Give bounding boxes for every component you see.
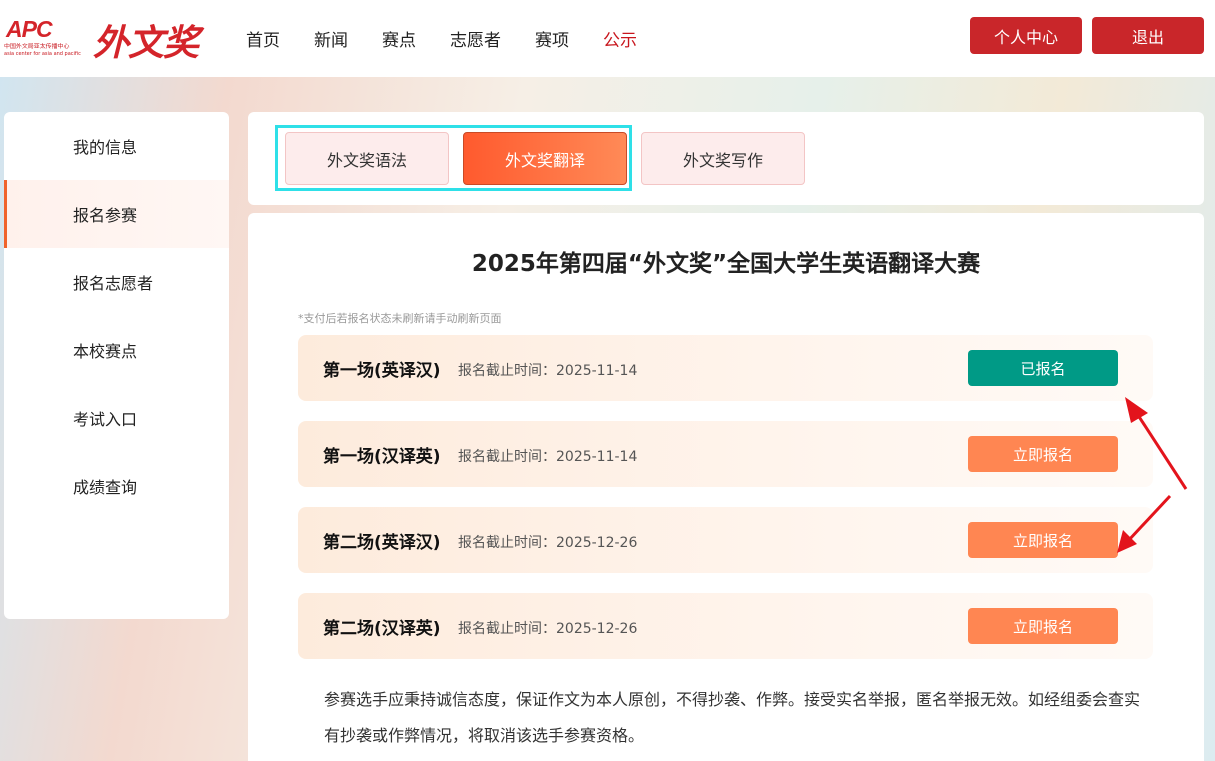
sidebar-item-label: 报名参赛 xyxy=(73,206,138,225)
sidebar-item-score-query[interactable]: 成绩查询 xyxy=(4,452,229,520)
sidebar-item-label: 考试入口 xyxy=(73,410,138,429)
nav-volunteers[interactable]: 志愿者 xyxy=(450,26,501,51)
sidebar-item-my-info[interactable]: 我的信息 xyxy=(4,112,229,180)
session-row-3: 第二场(英译汉) 报名截止时间：2025-12-26 立即报名 xyxy=(298,507,1153,573)
register-now-button[interactable]: 立即报名 xyxy=(968,436,1118,472)
sidebar-item-label: 我的信息 xyxy=(73,138,138,157)
personal-center-button[interactable]: 个人中心 xyxy=(970,17,1082,54)
sidebar-item-label: 成绩查询 xyxy=(73,478,138,497)
session-deadline: 报名截止时间：2025-12-26 xyxy=(458,621,638,637)
apc-logo-text: APC xyxy=(6,16,53,42)
nav-news[interactable]: 新闻 xyxy=(314,26,348,51)
register-now-button[interactable]: 立即报名 xyxy=(968,522,1118,558)
payment-notice: *支付后若报名状态未刷新请手动刷新页面 xyxy=(298,312,502,325)
tab-highlight-outline xyxy=(275,125,632,191)
apc-logo[interactable]: APC 中国外文局亚太传播中心 asia center for asia and… xyxy=(4,16,82,58)
session-row-2: 第一场(汉译英) 报名截止时间：2025-11-14 立即报名 xyxy=(298,421,1153,487)
sidebar-item-label: 本校赛点 xyxy=(73,342,138,361)
apc-logo-cn: 中国外文局亚太传播中心 xyxy=(4,42,70,50)
main-nav: 首页 新闻 赛点 志愿者 赛项 公示 xyxy=(246,26,671,51)
register-now-button[interactable]: 立即报名 xyxy=(968,608,1118,644)
session-deadline: 报名截止时间：2025-11-14 xyxy=(458,363,638,379)
registered-button[interactable]: 已报名 xyxy=(968,350,1118,386)
session-row-4: 第二场(汉译英) 报名截止时间：2025-12-26 立即报名 xyxy=(298,593,1153,659)
nav-announcements[interactable]: 公示 xyxy=(603,26,637,51)
sidebar-item-label: 报名志愿者 xyxy=(73,274,154,293)
sidebar-item-exam-entry[interactable]: 考试入口 xyxy=(4,384,229,452)
top-header: APC 中国外文局亚太传播中心 asia center for asia and… xyxy=(0,0,1215,77)
tab-writing[interactable]: 外文奖写作 xyxy=(641,132,805,185)
session-name: 第二场(汉译英) xyxy=(323,619,441,639)
apc-logo-en: asia center for asia and pacific xyxy=(4,51,81,57)
sidebar-item-register-competition[interactable]: 报名参赛 xyxy=(4,180,229,248)
brand-logo[interactable]: 外文奖 xyxy=(93,14,199,66)
session-name: 第二场(英译汉) xyxy=(323,533,441,553)
session-row-1: 第一场(英译汉) 报名截止时间：2025-11-14 已报名 xyxy=(298,335,1153,401)
logout-button[interactable]: 退出 xyxy=(1092,17,1204,54)
nav-venues[interactable]: 赛点 xyxy=(382,26,416,51)
session-deadline: 报名截止时间：2025-12-26 xyxy=(458,535,638,551)
nav-home[interactable]: 首页 xyxy=(246,26,280,51)
sidebar: 我的信息 报名参赛 报名志愿者 本校赛点 考试入口 成绩查询 xyxy=(4,112,229,619)
sidebar-item-school-venue[interactable]: 本校赛点 xyxy=(4,316,229,384)
integrity-rules-text: 参赛选手应秉持诚信态度，保证作文为本人原创，不得抄袭、作弊。接受实名举报，匿名举… xyxy=(324,690,1141,745)
session-name: 第一场(汉译英) xyxy=(323,447,441,467)
nav-events[interactable]: 赛项 xyxy=(535,26,569,51)
sidebar-item-register-volunteer[interactable]: 报名志愿者 xyxy=(4,248,229,316)
registration-card xyxy=(248,213,1204,761)
session-name: 第一场(英译汉) xyxy=(323,361,441,381)
session-deadline: 报名截止时间：2025-11-14 xyxy=(458,449,638,465)
page-title: 2025年第四届“外文奖”全国大学生英语翻译大赛 xyxy=(471,251,981,277)
